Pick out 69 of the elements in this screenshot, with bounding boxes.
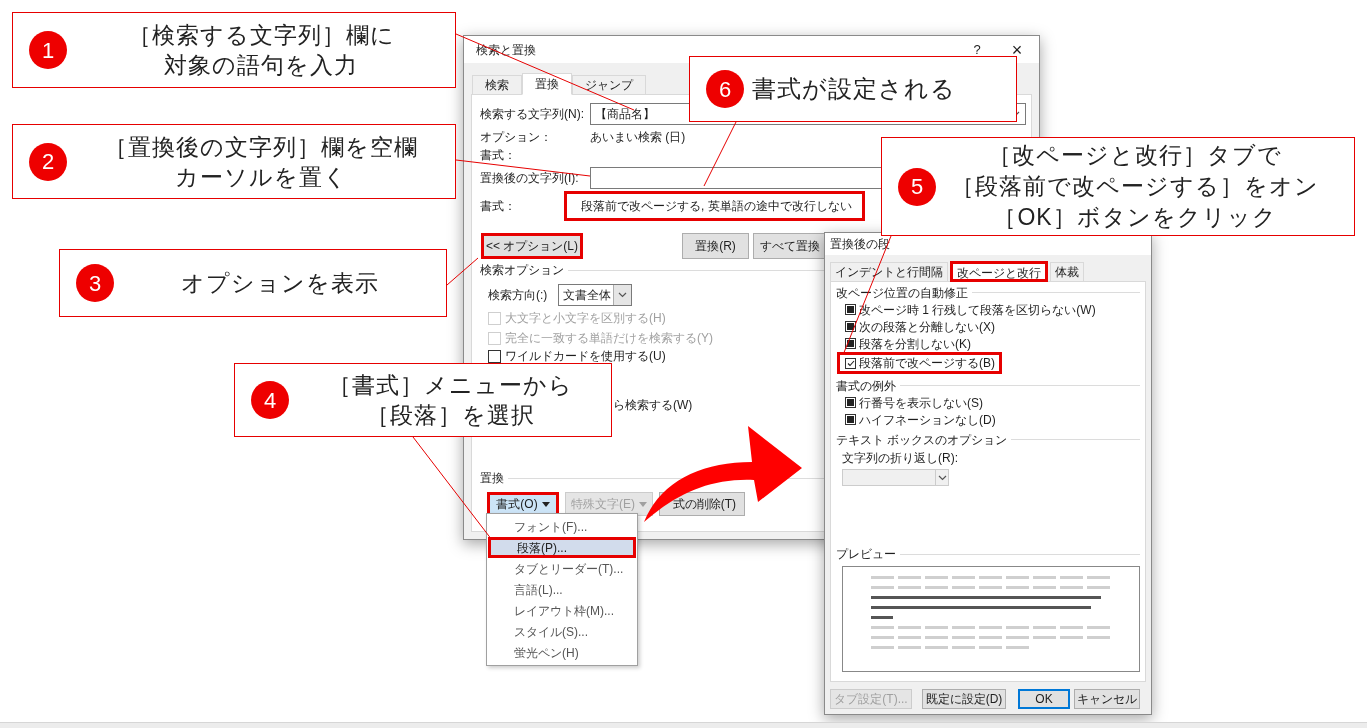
checkbox-label: 大文字と小文字を区別する(H) bbox=[505, 310, 666, 327]
button[interactable]: すべて置換 bbox=[753, 233, 825, 259]
group-label: プレビュー bbox=[836, 546, 896, 563]
tab[interactable]: ジャンプ bbox=[572, 75, 646, 94]
button[interactable]: キャンセル bbox=[1074, 689, 1140, 709]
callout-text: ［改ページと改行］タブで ［段落前で改ページする］をオン ［OK］ボタンをクリック bbox=[950, 141, 1320, 232]
tab[interactable]: 体裁 bbox=[1050, 262, 1084, 281]
step-number: 5 bbox=[898, 167, 936, 206]
check-icon bbox=[846, 359, 855, 367]
checkbox[interactable]: 段落前で改ページする(B) bbox=[837, 352, 1002, 374]
option-value: あいまい検索 (日) bbox=[590, 128, 686, 146]
checkbox-label: ら検索する(W) bbox=[613, 396, 693, 414]
menu-item[interactable]: 段落(P)... bbox=[488, 537, 636, 558]
callout-text: ［検索する文字列］欄に 対象の語句を入力 bbox=[126, 21, 396, 80]
group-label: テキスト ボックスのオプション bbox=[836, 431, 1008, 449]
checkbox[interactable]: 次の段落と分離しない(X) bbox=[845, 318, 1140, 335]
close-button[interactable]: × bbox=[1005, 40, 1029, 59]
field-label: 文字列の折り返し(R): bbox=[842, 450, 958, 467]
checkbox-label: 完全に一致する単語だけを検索する(Y) bbox=[505, 330, 713, 347]
step-number: 1 bbox=[29, 31, 67, 69]
button[interactable]: 既定に設定(D) bbox=[922, 689, 1006, 709]
field-label: 検索方向(:) bbox=[488, 287, 549, 304]
checkbox[interactable]: 段落を分割しない(K) bbox=[845, 335, 1140, 352]
button[interactable]: OK bbox=[1018, 689, 1070, 709]
callout-text: 書式が設定される bbox=[752, 74, 957, 104]
button[interactable]: << オプション(L) bbox=[481, 233, 583, 259]
group-label: 書式の例外 bbox=[836, 377, 896, 395]
field-label: 書式： bbox=[480, 146, 516, 164]
callout-text: ［置換後の文字列］欄を空欄 カーソルを置く bbox=[103, 132, 419, 192]
step-number: 2 bbox=[29, 142, 67, 181]
dropdown[interactable]: 文書全体 bbox=[558, 284, 632, 306]
checkbox[interactable] bbox=[488, 349, 501, 363]
indeterminate-mark bbox=[847, 340, 854, 347]
button[interactable]: 置換(R) bbox=[682, 233, 749, 259]
step-number: 3 bbox=[76, 264, 114, 302]
step-number: 4 bbox=[251, 381, 289, 419]
menu-item[interactable]: スタイル(S)... bbox=[488, 621, 636, 642]
group-label: 置換 bbox=[480, 470, 504, 487]
format-value: 段落前で改ページする, 英単語の途中で改行しない bbox=[564, 191, 865, 221]
menu-item[interactable]: 蛍光ペン(H) bbox=[488, 642, 636, 663]
chevron-icon bbox=[937, 474, 947, 481]
step-number: 6 bbox=[706, 70, 744, 108]
caret-icon bbox=[639, 501, 647, 507]
indeterminate-mark bbox=[847, 323, 854, 330]
field-label: 書式： bbox=[480, 198, 517, 215]
tab[interactable]: 改ページと改行 bbox=[950, 261, 1048, 282]
checkbox[interactable]: 行番号を表示しない(S) bbox=[845, 394, 1140, 411]
caret-icon bbox=[541, 501, 550, 507]
tab[interactable]: 検索 bbox=[472, 75, 522, 94]
field-label: 置換後の文字列(I): bbox=[480, 170, 580, 187]
tab[interactable]: 置換 bbox=[522, 73, 572, 95]
menu-item[interactable]: タブとリーダー(T)... bbox=[488, 558, 636, 579]
indeterminate-mark bbox=[847, 399, 854, 406]
group-label: 改ページ位置の自動修正 bbox=[836, 284, 968, 302]
field-label: オプション： bbox=[480, 128, 553, 146]
checkbox[interactable]: ハイフネーションなし(D) bbox=[845, 411, 1140, 428]
callout-text: ［書式］メニューから ［段落］を選択 bbox=[326, 371, 574, 430]
button[interactable]: 書式(O) bbox=[487, 492, 559, 516]
field-label: 検索する文字列(N): bbox=[480, 106, 585, 123]
menu-item[interactable]: フォント(F)... bbox=[488, 516, 636, 537]
chevron-icon bbox=[618, 292, 627, 298]
menu-item[interactable]: 言語(L)... bbox=[488, 579, 636, 600]
menu-item[interactable]: レイアウト枠(M)... bbox=[488, 600, 636, 621]
help-button[interactable]: ? bbox=[965, 39, 989, 60]
indeterminate-mark bbox=[847, 306, 854, 313]
checkbox-label: ワイルドカードを使用する(U) bbox=[505, 348, 666, 365]
callout-text: オプションを表示 bbox=[180, 269, 380, 298]
indeterminate-mark bbox=[847, 416, 854, 423]
group-label: 検索オプション bbox=[480, 262, 564, 279]
